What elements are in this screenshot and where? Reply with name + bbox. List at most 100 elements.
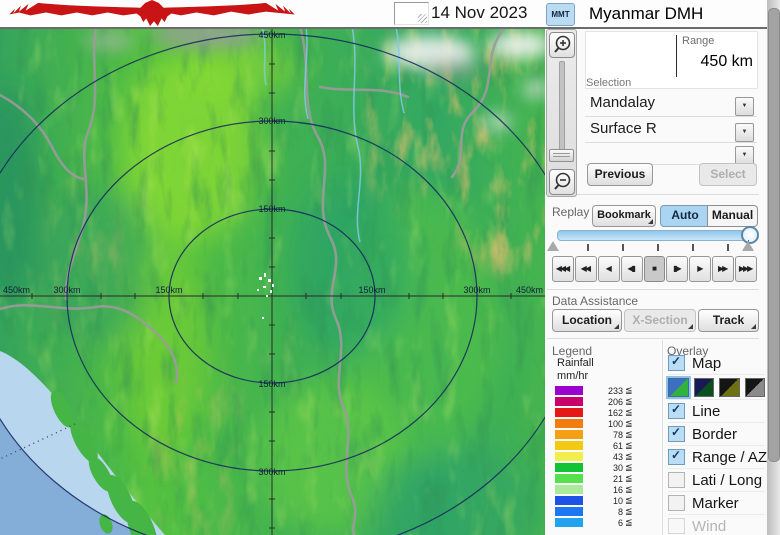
marker-checkbox[interactable] xyxy=(668,495,685,511)
timeline-start-marker xyxy=(547,241,559,251)
legend-suffix: ≦ xyxy=(625,517,633,528)
select-button[interactable]: Select xyxy=(699,163,757,186)
page-scrollbar[interactable] xyxy=(767,0,780,535)
range-value: 450 km xyxy=(701,53,753,71)
radar-app-window: 450km 300km 150km 150km 300km 450km 300k… xyxy=(0,0,780,535)
step-forward-button[interactable]: ▮▶ xyxy=(666,256,688,282)
mmt-timezone-button[interactable]: MMT xyxy=(546,3,575,26)
line-checkbox[interactable] xyxy=(668,403,685,419)
ring-label: 300km xyxy=(463,285,490,295)
product-dropdown-button[interactable]: ▼ xyxy=(735,123,754,142)
legend-suffix: ≦ xyxy=(625,440,633,451)
location-button[interactable]: Location xyxy=(552,309,622,332)
overlay-item-label: Lati / Long xyxy=(692,472,762,489)
separator xyxy=(547,289,759,290)
magnifier-minus-icon xyxy=(550,170,574,194)
top-bar: 14 Nov 2023 MMT Myanmar DMH xyxy=(0,0,780,29)
legend-value: 100 xyxy=(583,419,623,429)
radar-map[interactable]: 450km 300km 150km 150km 300km 450km 300k… xyxy=(0,27,545,535)
ring-label: 150km xyxy=(258,379,285,389)
previous-button[interactable]: Previous xyxy=(587,163,653,186)
resize-grip-box xyxy=(394,2,429,25)
zoom-slider-track[interactable] xyxy=(559,61,565,161)
map-style-row xyxy=(668,375,765,400)
ring-label: 150km xyxy=(358,285,385,295)
legend-row: 8≦ xyxy=(555,506,647,517)
timeline-tick xyxy=(622,244,624,251)
legend-suffix: ≦ xyxy=(625,473,633,484)
ring-label: 300km xyxy=(258,116,285,126)
legend-row: 30≦ xyxy=(555,462,647,473)
fast-rewind-button[interactable]: ◀◀ xyxy=(575,256,597,282)
play-reverse-button[interactable]: ◀ xyxy=(598,256,620,282)
overlay-options: Map Line Border Range / AZ xyxy=(668,352,765,535)
legend-value: 43 xyxy=(583,452,623,462)
legend-value: 61 xyxy=(583,441,623,451)
x-section-button[interactable]: X-Section xyxy=(624,309,696,332)
replay-auto-toggle[interactable]: Auto xyxy=(660,205,710,227)
site-dropdown-button[interactable]: ▼ xyxy=(735,97,754,116)
map-style-gray-swatch[interactable] xyxy=(745,378,766,397)
map-style-olive-swatch[interactable] xyxy=(719,378,740,397)
legend-value: 78 xyxy=(583,430,623,440)
fast-forward-button[interactable]: ▶▶ xyxy=(712,256,734,282)
rainfall-color-scale: 233≦ 206≦ 162≦ 100≦ 78≦ 61≦ 43≦ 30≦ 21≦ … xyxy=(555,385,647,528)
jump-last-button[interactable]: ▶▶▶ xyxy=(735,256,757,282)
selection-label: Selection xyxy=(586,77,631,89)
map-style-dark-swatch[interactable] xyxy=(694,378,715,397)
map-checkbox[interactable] xyxy=(668,355,685,371)
lati-long-checkbox[interactable] xyxy=(668,472,685,488)
replay-manual-toggle[interactable]: Manual xyxy=(707,205,758,227)
legend-row: 162≦ xyxy=(555,407,647,418)
overlay-item-label: Marker xyxy=(692,495,739,512)
legend-swatch xyxy=(555,474,583,483)
legend-swatch xyxy=(555,518,583,527)
zoom-out-button[interactable] xyxy=(549,169,575,195)
legend-row: 6≦ xyxy=(555,517,647,528)
play-button[interactable]: ▶ xyxy=(689,256,711,282)
wind-checkbox xyxy=(668,518,685,534)
legend-row: 21≦ xyxy=(555,473,647,484)
jump-first-button[interactable]: ◀◀◀ xyxy=(552,256,574,282)
topographic-map-canvas: 450km 300km 150km 150km 300km 450km 300k… xyxy=(0,27,545,535)
scrollbar-thumb[interactable] xyxy=(768,8,780,462)
bookmark-button[interactable]: Bookmark xyxy=(592,205,656,227)
legend-swatch xyxy=(555,441,583,450)
legend-title: Rainfall xyxy=(557,357,594,369)
border-checkbox[interactable] xyxy=(668,426,685,442)
timeline-tick xyxy=(692,244,694,251)
track-button[interactable]: Track xyxy=(698,309,759,332)
magnifier-plus-icon xyxy=(550,33,574,57)
app-title: Myanmar DMH xyxy=(589,4,703,24)
stop-button[interactable]: ■ xyxy=(644,256,666,282)
legend-row: 233≦ xyxy=(555,385,647,396)
ring-label: 150km xyxy=(155,285,182,295)
legend-row: 100≦ xyxy=(555,418,647,429)
map-style-terrain-swatch[interactable] xyxy=(668,378,689,397)
zoom-slider-thumb[interactable] xyxy=(549,149,574,162)
select-product-value[interactable]: Surface R xyxy=(590,120,657,137)
legend-value: 21 xyxy=(583,474,623,484)
legend-swatch xyxy=(555,452,583,461)
ring-label: 450km xyxy=(516,285,543,295)
control-panel: Range 450 km Selection Mandalay ▼ Surfac… xyxy=(545,27,767,535)
timeline-end-marker xyxy=(742,241,754,251)
zoom-in-button[interactable] xyxy=(549,32,575,58)
step-back-button[interactable]: ◀▮ xyxy=(621,256,643,282)
separator xyxy=(547,338,759,339)
legend-value: 206 xyxy=(583,397,623,407)
select-site-value[interactable]: Mandalay xyxy=(590,94,655,111)
separator xyxy=(547,194,759,195)
timeline-tick xyxy=(657,244,659,251)
legend-swatch xyxy=(555,485,583,494)
legend-suffix: ≦ xyxy=(625,385,633,396)
legend-suffix: ≦ xyxy=(625,429,633,440)
range-az-checkbox[interactable] xyxy=(668,449,685,465)
legend-suffix: ≦ xyxy=(625,506,633,517)
overlay-row-line: Line xyxy=(668,400,765,423)
data-assistance-label: Data Assistance xyxy=(552,294,638,308)
replay-timeline-track[interactable] xyxy=(557,230,757,241)
timeline-tick xyxy=(727,244,729,251)
overlay-item-label: Range / AZ xyxy=(692,449,767,466)
timeline-tick xyxy=(587,244,589,251)
